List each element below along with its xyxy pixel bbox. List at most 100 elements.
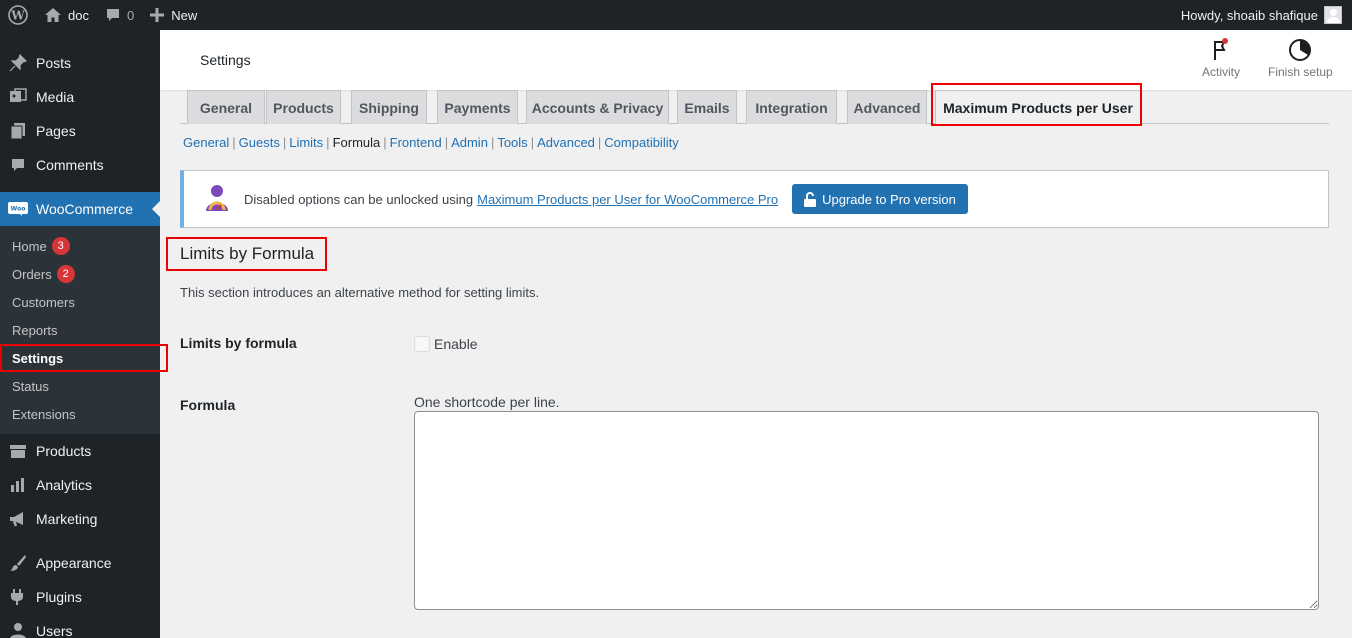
flag-icon xyxy=(1214,38,1228,60)
notice-text: Disabled options can be unlocked using xyxy=(244,191,474,207)
formula-textarea[interactable] xyxy=(414,411,1319,610)
media-icon xyxy=(8,87,28,107)
pin-icon xyxy=(8,53,28,73)
my-account-link[interactable]: Howdy, shoaib shafique xyxy=(1173,0,1352,30)
subnav-compatibility[interactable]: Compatibility xyxy=(604,135,678,150)
woocommerce-submenu: Home 3 Orders 2 Customers Reports Settin… xyxy=(0,226,168,434)
subnav-admin[interactable]: Admin xyxy=(451,135,488,150)
finish-setup-button[interactable]: Finish setup xyxy=(1268,38,1333,79)
submenu-home[interactable]: Home 3 xyxy=(0,232,160,260)
submenu-reports[interactable]: Reports xyxy=(0,316,160,344)
section-description: This section introduces an alternative m… xyxy=(180,285,540,300)
count-badge: 3 xyxy=(51,237,70,255)
menu-label: Appearance xyxy=(36,555,112,571)
tab-integration[interactable]: Integration xyxy=(746,90,837,124)
wordpress-logo-icon[interactable]: W xyxy=(0,0,36,30)
menu-posts[interactable]: Posts xyxy=(0,46,160,80)
analytics-icon xyxy=(8,475,28,495)
menu-users[interactable]: Users xyxy=(0,614,160,638)
submenu-label: Customers xyxy=(12,294,75,310)
upgrade-pro-button[interactable]: Upgrade to Pro version xyxy=(792,184,968,214)
menu-label: Plugins xyxy=(36,589,82,605)
comments-link[interactable]: 0 xyxy=(97,0,142,30)
menu-marketing[interactable]: Marketing xyxy=(0,502,160,536)
tab-products[interactable]: Products xyxy=(266,90,341,124)
subnav-guests[interactable]: Guests xyxy=(239,135,280,150)
menu-label: Comments xyxy=(36,157,104,173)
upgrade-pro-label: Upgrade to Pro version xyxy=(822,191,956,207)
menu-label: Users xyxy=(36,623,73,638)
menu-woocommerce[interactable]: Woo WooCommerce xyxy=(0,192,160,226)
comments-count: 0 xyxy=(126,7,135,23)
enable-checkbox-label[interactable]: Enable xyxy=(434,336,478,352)
progress-circle-icon xyxy=(1289,39,1312,61)
menu-label: Posts xyxy=(36,55,72,71)
limits-by-formula-label: Limits by formula xyxy=(180,335,297,351)
avatar xyxy=(1324,6,1342,24)
megaphone-icon xyxy=(8,509,28,529)
menu-analytics[interactable]: Analytics xyxy=(0,468,160,502)
tab-general[interactable]: General xyxy=(187,90,265,124)
pro-plugin-link[interactable]: Maximum Products per User for WooCommerc… xyxy=(477,192,778,207)
menu-label: Marketing xyxy=(36,511,98,527)
users-icon xyxy=(8,621,28,638)
finish-setup-label: Finish setup xyxy=(1268,65,1333,79)
submenu-label: Home xyxy=(12,238,47,254)
section-subnav: General | Guests | Limits | Formula | Frontend | A… xyxy=(183,135,679,150)
submenu-label: Orders xyxy=(12,266,52,282)
menu-media[interactable]: Media xyxy=(0,80,160,114)
count-badge: 2 xyxy=(56,265,75,283)
unlock-icon xyxy=(804,191,817,207)
submenu-orders[interactable]: Orders 2 xyxy=(0,260,160,288)
subnav-limits[interactable]: Limits xyxy=(289,135,323,150)
formula-label: Formula xyxy=(180,397,236,413)
submenu-customers[interactable]: Customers xyxy=(0,288,160,316)
subnav-general[interactable]: General xyxy=(183,135,229,150)
submenu-extensions[interactable]: Extensions xyxy=(0,400,160,428)
tab-emails[interactable]: Emails xyxy=(677,90,737,124)
submenu-settings[interactable]: Settings xyxy=(0,344,168,372)
section-title: Limits by Formula xyxy=(166,237,327,271)
menu-pages[interactable]: Pages xyxy=(0,114,160,148)
comment-icon xyxy=(106,9,119,21)
site-name-link[interactable]: doc xyxy=(36,0,97,30)
subnav-tools[interactable]: Tools xyxy=(497,135,527,150)
formula-description: One shortcode per line. xyxy=(414,394,560,410)
products-icon xyxy=(8,441,28,461)
menu-label: WooCommerce xyxy=(36,201,133,217)
plus-icon xyxy=(150,8,165,22)
svg-text:W: W xyxy=(10,9,25,23)
menu-comments[interactable]: Comments xyxy=(0,148,160,182)
submenu-label: Status xyxy=(12,378,49,394)
svg-text:Woo: Woo xyxy=(11,206,26,213)
pro-notice: Disabled options can be unlocked using M… xyxy=(180,170,1329,228)
subnav-frontend[interactable]: Frontend xyxy=(390,135,442,150)
menu-label: Pages xyxy=(36,123,76,139)
tab-maximum-products-per-user[interactable]: Maximum Products per User xyxy=(935,90,1141,125)
wc-header: Settings Activity Finish setup xyxy=(160,30,1352,90)
tab-advanced[interactable]: Advanced xyxy=(847,90,927,124)
menu-plugins[interactable]: Plugins xyxy=(0,580,160,614)
enable-checkbox[interactable] xyxy=(414,336,430,352)
submenu-status[interactable]: Status xyxy=(0,372,160,400)
activity-button[interactable]: Activity xyxy=(1202,38,1240,79)
menu-label: Analytics xyxy=(36,477,93,493)
subnav-advanced[interactable]: Advanced xyxy=(537,135,595,150)
menu-appearance[interactable]: Appearance xyxy=(0,546,160,580)
menu-label: Media xyxy=(36,89,75,105)
submenu-label: Extensions xyxy=(12,406,76,422)
greeting: Howdy, shoaib shafique xyxy=(1180,7,1318,23)
site-name: doc xyxy=(68,7,89,23)
tab-accounts-privacy[interactable]: Accounts & Privacy xyxy=(526,90,669,124)
menu-products[interactable]: Products xyxy=(0,434,160,468)
home-icon xyxy=(45,8,61,22)
pages-icon xyxy=(8,121,28,141)
subnav-formula[interactable]: Formula xyxy=(333,135,381,150)
submenu-label: Settings xyxy=(12,350,64,366)
brush-icon xyxy=(8,553,28,573)
page-title: Settings xyxy=(200,52,251,68)
activity-label: Activity xyxy=(1202,65,1241,79)
tab-payments[interactable]: Payments xyxy=(437,90,518,124)
tab-shipping[interactable]: Shipping xyxy=(351,90,427,124)
new-content-link[interactable]: New xyxy=(142,0,205,30)
